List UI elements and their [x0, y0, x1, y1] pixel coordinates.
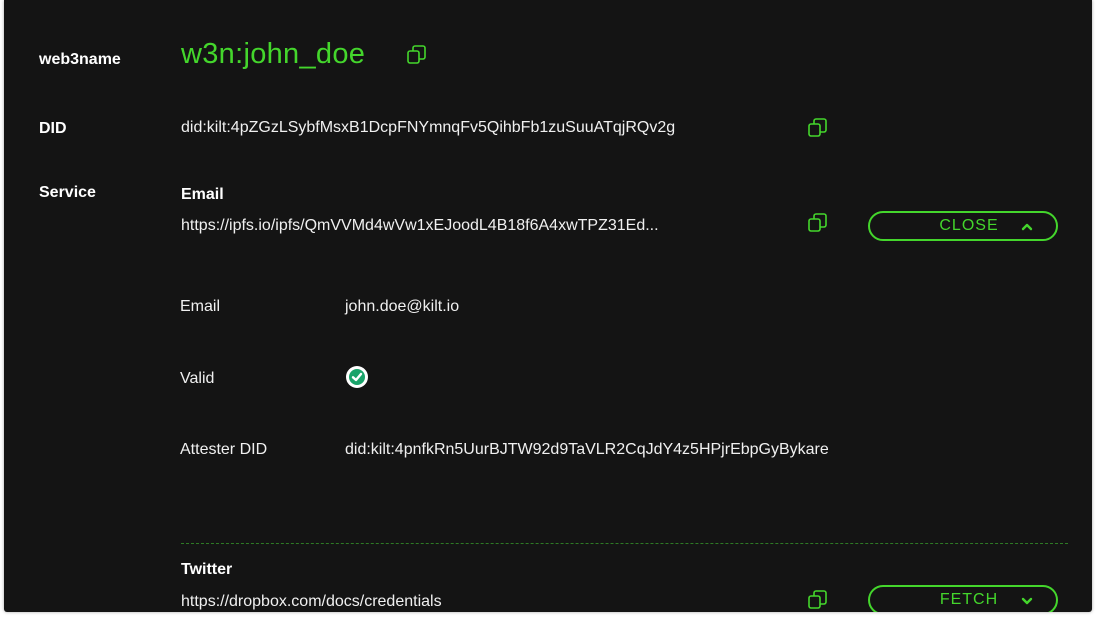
service-twitter-url: https://dropbox.com/docs/credentials	[181, 593, 442, 610]
detail-attester-label: Attester DID	[180, 441, 268, 458]
service-label: Service	[39, 184, 96, 201]
detail-email-label: Email	[180, 298, 221, 315]
copy-twitter-url-icon[interactable]	[807, 589, 829, 611]
service-email-url: https://ipfs.io/ipfs/QmVVMd4wVw1xEJoodL4…	[181, 217, 659, 234]
did-value: did:kilt:4pZGzLSybfMsxB1DcpFNYmnqFv5Qihb…	[181, 119, 676, 136]
check-circle-icon	[345, 365, 369, 389]
fetch-button[interactable]: FETCH	[868, 585, 1058, 612]
copy-did-icon[interactable]	[807, 117, 829, 139]
close-button-label: CLOSE	[939, 217, 999, 234]
chevron-up-icon	[1020, 220, 1034, 232]
service-email-name: Email	[181, 186, 224, 203]
close-button[interactable]: CLOSE	[868, 211, 1058, 241]
detail-valid-label: Valid	[180, 370, 215, 387]
service-divider	[181, 543, 1068, 544]
chevron-down-icon	[1020, 594, 1034, 606]
web3name-value: w3n:john_doe	[181, 38, 366, 70]
did-details-panel: web3name w3n:john_doe DID did:kilt:4pZGz…	[4, 0, 1092, 612]
copy-email-url-icon[interactable]	[807, 212, 829, 234]
fetch-button-label: FETCH	[939, 591, 999, 608]
service-twitter-name: Twitter	[181, 561, 233, 578]
web3name-label: web3name	[39, 51, 121, 68]
did-label: DID	[39, 120, 67, 137]
detail-email-value: john.doe@kilt.io	[345, 298, 460, 315]
copy-web3name-icon[interactable]	[406, 44, 428, 66]
detail-attester-value: did:kilt:4pnfkRn5UurBJTW92d9TaVLR2CqJdY4…	[345, 441, 829, 458]
